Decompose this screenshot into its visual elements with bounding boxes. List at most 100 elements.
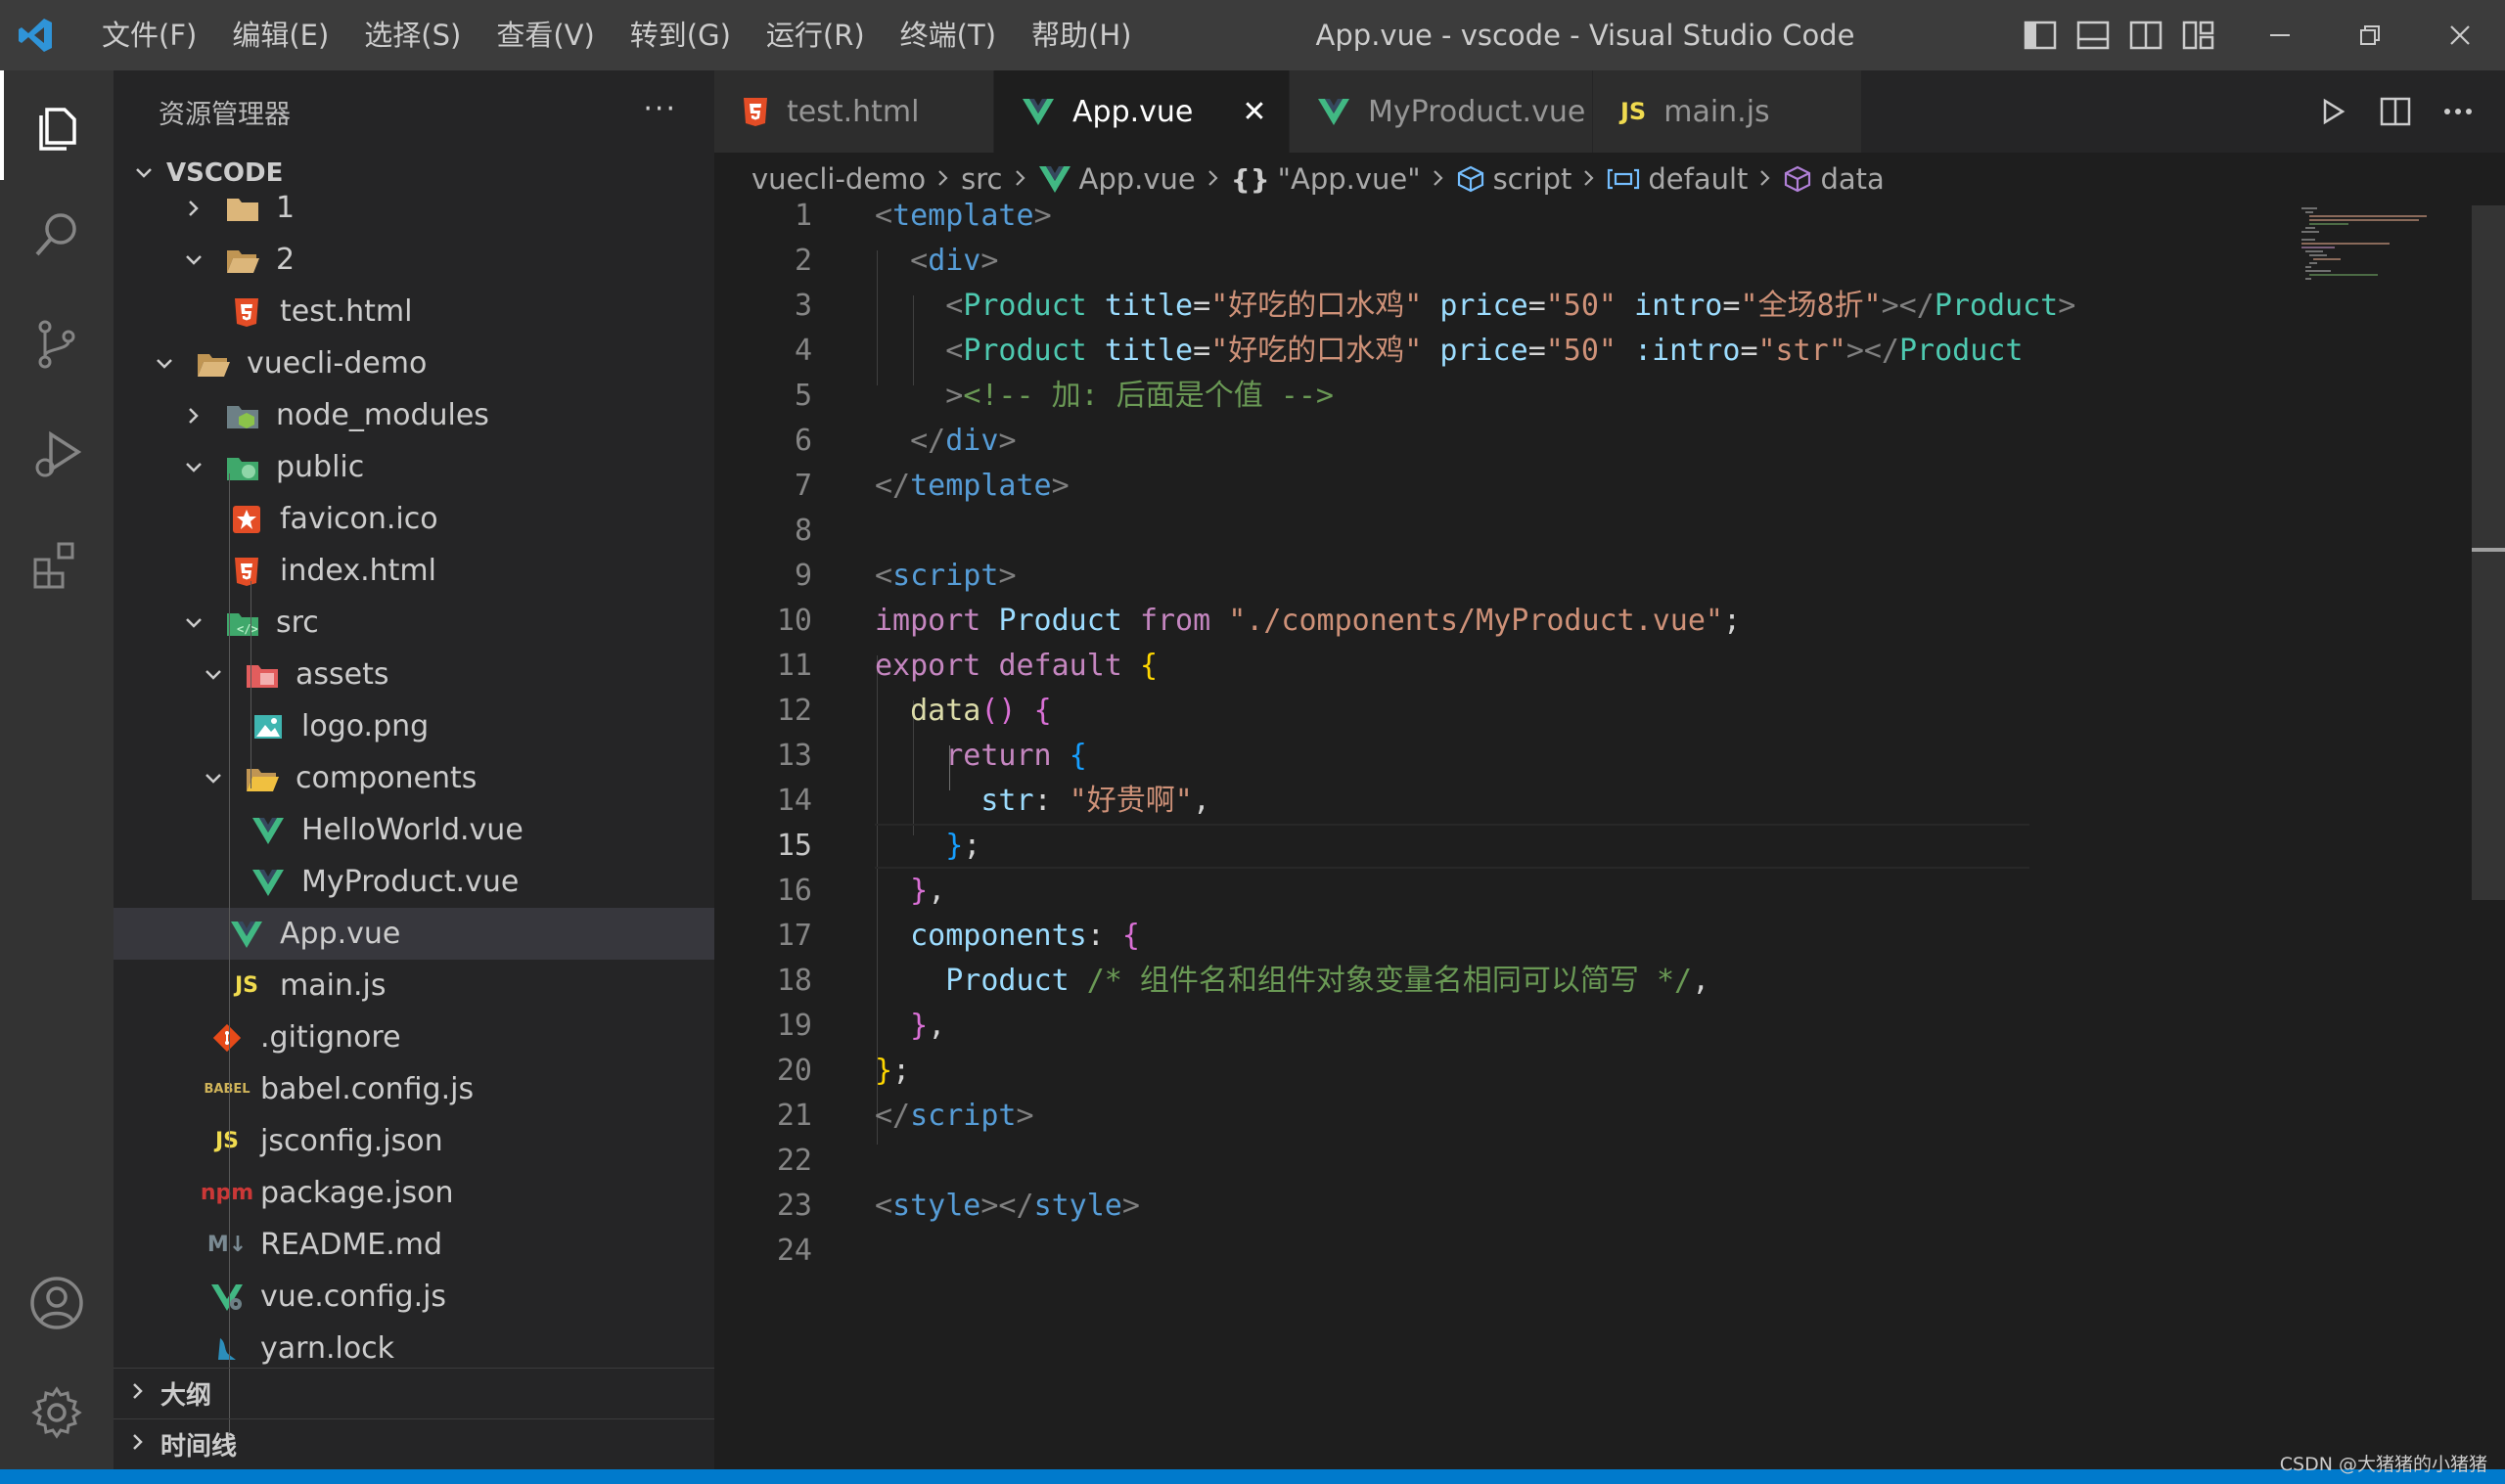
settings-gear-icon[interactable] bbox=[0, 1358, 114, 1467]
code-token: price bbox=[1439, 334, 1528, 368]
code-text: return { bbox=[875, 734, 1087, 779]
minimize-icon[interactable] bbox=[2235, 0, 2325, 70]
outline-section[interactable]: 大纲 bbox=[114, 1368, 714, 1418]
tab-app-vue[interactable]: App.vue ✕ bbox=[994, 70, 1290, 153]
restore-icon[interactable] bbox=[2325, 0, 2415, 70]
extensions-icon[interactable] bbox=[0, 509, 114, 618]
run-file-icon[interactable] bbox=[2301, 70, 2364, 153]
menu-item[interactable]: 查看(V) bbox=[478, 0, 612, 70]
js-file-icon: JS bbox=[1620, 98, 1647, 125]
watermark: CSDN @大猪猪的小猪猪 bbox=[2279, 1454, 2487, 1475]
tree-item[interactable]: JS jsconfig.json bbox=[114, 1115, 714, 1167]
tree-item[interactable]: vuecli-demo bbox=[114, 337, 714, 389]
tree-item[interactable]: logo.png bbox=[114, 700, 714, 752]
chevron-right-icon bbox=[1429, 162, 1448, 196]
line-number: 17 bbox=[776, 919, 812, 953]
toggle-primary-sidebar-icon[interactable] bbox=[2014, 0, 2067, 70]
tree-item[interactable]: MyProduct.vue bbox=[114, 856, 714, 908]
tree-item[interactable]: M↓ README.md bbox=[114, 1219, 714, 1271]
code-token: > bbox=[2058, 289, 2076, 323]
code-token: default bbox=[998, 649, 1122, 683]
breadcrumb-item[interactable]: src bbox=[961, 162, 1002, 196]
search-icon[interactable] bbox=[0, 180, 114, 290]
explorer-icon[interactable] bbox=[0, 70, 114, 180]
tree-item[interactable]: 1 bbox=[114, 190, 714, 234]
more-actions-icon[interactable] bbox=[2427, 70, 2489, 153]
close-window-icon[interactable] bbox=[2415, 0, 2505, 70]
tree-item[interactable]: JS main.js bbox=[114, 960, 714, 1012]
vue-file-icon bbox=[227, 917, 266, 952]
chevron-down-icon bbox=[178, 457, 209, 478]
menu-item[interactable]: 终端(T) bbox=[883, 0, 1014, 70]
line-number: 19 bbox=[776, 1009, 812, 1043]
tree-item[interactable]: components bbox=[114, 752, 714, 804]
tree-item[interactable]: public bbox=[114, 441, 714, 493]
tree-item[interactable]: index.html bbox=[114, 545, 714, 597]
yarn-file-icon bbox=[207, 1331, 247, 1367]
tree-item[interactable]: favicon.ico bbox=[114, 493, 714, 545]
tree-indent-guide bbox=[229, 473, 230, 1440]
code-token: = bbox=[1193, 289, 1211, 323]
toggle-panel-icon[interactable] bbox=[2067, 0, 2119, 70]
breadcrumb-item[interactable]: App.vue bbox=[1038, 162, 1196, 196]
code-token: <!-- 加: 后面是个值 --> bbox=[963, 379, 1334, 413]
code-token: ; bbox=[963, 829, 981, 863]
menu-item[interactable]: 运行(R) bbox=[749, 0, 883, 70]
tree-item[interactable]: </> src bbox=[114, 597, 714, 649]
menu-item[interactable]: 转到(G) bbox=[613, 0, 749, 70]
menu-item[interactable]: 选择(S) bbox=[346, 0, 478, 70]
code-line: 20}; bbox=[714, 1049, 2476, 1094]
code-token: div bbox=[945, 424, 999, 458]
code-token: Product bbox=[945, 964, 1070, 998]
toggle-secondary-sidebar-icon[interactable] bbox=[2119, 0, 2172, 70]
menu-item[interactable]: 文件(F) bbox=[84, 0, 214, 70]
tree-item[interactable]: App.vue bbox=[114, 908, 714, 960]
tab-main-js[interactable]: JS main.js bbox=[1593, 70, 1862, 153]
tab-myproduct-vue[interactable]: MyProduct.vue bbox=[1290, 70, 1593, 153]
more-actions-icon[interactable]: ··· bbox=[643, 92, 677, 126]
line-number: 3 bbox=[794, 289, 812, 323]
code-token: : bbox=[1086, 919, 1122, 953]
breadcrumb-item[interactable]: data bbox=[1783, 162, 1885, 196]
editor-scrollbar[interactable] bbox=[2472, 205, 2505, 900]
code-editor[interactable]: 1 <template> 2 <div> 3 <Product title="好吃的口… bbox=[714, 199, 2476, 1469]
tree-item[interactable]: 2 bbox=[114, 234, 714, 286]
timeline-section[interactable]: 时间线 bbox=[114, 1418, 714, 1469]
breadcrumb-item[interactable]: vuecli-demo bbox=[752, 162, 926, 196]
tree-item-label: babel.config.js bbox=[260, 1072, 475, 1106]
tab-test-html[interactable]: test.html bbox=[714, 70, 994, 153]
code-text: components: { bbox=[875, 914, 1140, 959]
breadcrumb-item[interactable]: {} "App.vue" bbox=[1231, 162, 1421, 196]
tree-item[interactable]: HelloWorld.vue bbox=[114, 804, 714, 856]
tree-item-label: 1 bbox=[276, 191, 296, 225]
tree-item[interactable]: npm package.json bbox=[114, 1167, 714, 1219]
code-token: = bbox=[1740, 334, 1758, 368]
breadcrumb-item[interactable]: default bbox=[1607, 162, 1748, 196]
breadcrumb-item[interactable]: script bbox=[1456, 162, 1571, 196]
tree-item[interactable]: vue.config.js bbox=[114, 1271, 714, 1323]
split-editor-icon[interactable] bbox=[2364, 70, 2427, 153]
customize-layout-icon[interactable] bbox=[2172, 0, 2225, 70]
close-tab-icon[interactable]: ✕ bbox=[1242, 95, 1266, 129]
breadcrumb-label: default bbox=[1648, 162, 1749, 196]
menu-item[interactable]: 编辑(E) bbox=[214, 0, 346, 70]
run-debug-icon[interactable] bbox=[0, 399, 114, 509]
tree-item[interactable]: assets bbox=[114, 649, 714, 700]
code-line: 1 <template> bbox=[714, 194, 2476, 239]
source-control-icon[interactable] bbox=[0, 290, 114, 399]
tree-item[interactable]: .gitignore bbox=[114, 1012, 714, 1063]
account-icon[interactable] bbox=[0, 1248, 114, 1358]
code-token: } bbox=[910, 874, 929, 908]
tree-item[interactable]: test.html bbox=[114, 286, 714, 337]
tree-item[interactable]: BABEL babel.config.js bbox=[114, 1063, 714, 1115]
tree-indent-guide bbox=[250, 581, 251, 788]
minimap[interactable] bbox=[2300, 205, 2466, 284]
workspace-section-header[interactable]: VSCODE bbox=[114, 155, 714, 192]
code-token: : bbox=[1033, 784, 1070, 818]
menu-item[interactable]: 帮助(H) bbox=[1014, 0, 1149, 70]
tree-item[interactable]: node_modules bbox=[114, 389, 714, 441]
